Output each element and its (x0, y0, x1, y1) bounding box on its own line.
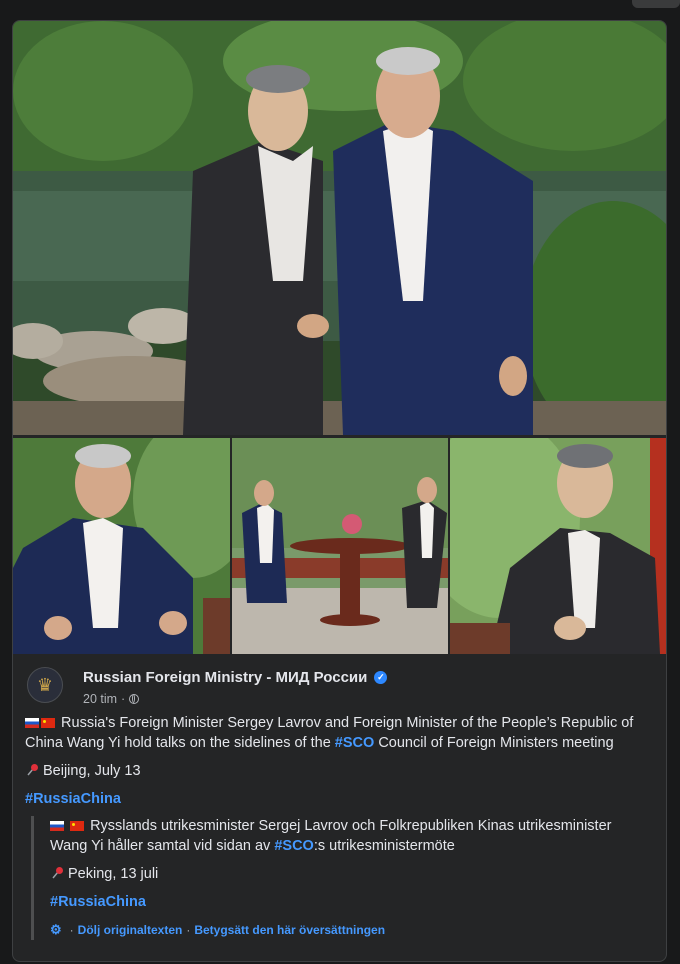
post-card: ♛ Russian Foreign Ministry - МИД России … (12, 20, 667, 962)
hashtag-russiachina[interactable]: #RussiaChina (50, 894, 146, 910)
china-flag-icon (41, 718, 55, 728)
hide-original-link[interactable]: Dölj originaltexten (78, 920, 183, 940)
photo-wangyi-seated[interactable] (450, 438, 666, 654)
post-body: Russia's Foreign Minister Sergey Lavrov … (25, 713, 657, 817)
action-separator: · (186, 923, 191, 937)
translation-location: Peking, 13 juli (68, 866, 159, 882)
pin-icon (52, 867, 63, 879)
post-location: Beijing, July 13 (43, 763, 141, 779)
translation-text-end: :s utrikesministermöte (313, 838, 455, 854)
hashtag-sco[interactable]: #SCO (274, 838, 314, 854)
emblem-icon: ♛ (36, 674, 54, 695)
verified-badge-icon: ✓ (374, 671, 388, 684)
translate-gear-icon[interactable]: ⚙ (50, 920, 62, 940)
author-name[interactable]: Russian Foreign Ministry - МИД России (83, 669, 367, 686)
photo-lavrov-seated[interactable] (13, 438, 230, 654)
post-time[interactable]: 20 tim (83, 692, 117, 706)
translation-block: Rysslands utrikesminister Sergej Lavrov … (31, 816, 651, 940)
top-menu-button[interactable] (632, 0, 680, 8)
avatar[interactable]: ♛ (27, 667, 63, 703)
russia-flag-icon (50, 821, 64, 831)
hashtag-russiachina[interactable]: #RussiaChina (25, 791, 121, 807)
post-text-end: Council of Foreign Ministers meeting (378, 735, 614, 751)
globe-icon (129, 694, 140, 704)
rate-translation-link[interactable]: Betygsätt den här översättningen (194, 920, 385, 940)
main-photo[interactable] (13, 21, 666, 435)
russia-flag-icon (25, 718, 39, 728)
time-separator: · (121, 692, 126, 706)
photo-talks-table[interactable] (232, 438, 448, 654)
pin-icon (27, 764, 38, 776)
action-separator: · (69, 923, 74, 937)
china-flag-icon (70, 821, 85, 831)
hashtag-sco[interactable]: #SCO (335, 735, 375, 751)
post-author: ♛ Russian Foreign Ministry - МИД России … (27, 667, 388, 706)
